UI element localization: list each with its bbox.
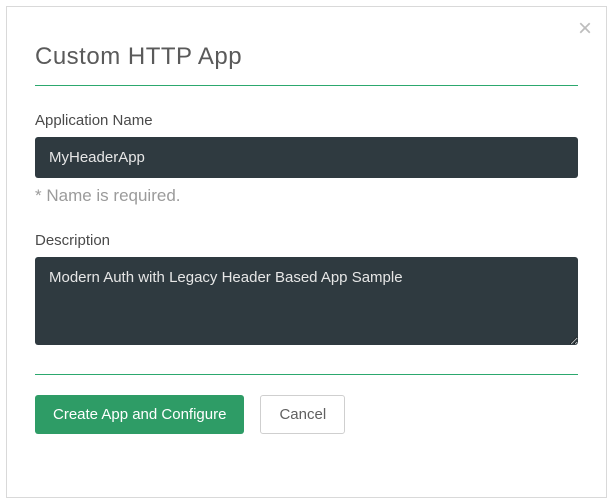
cancel-button[interactable]: Cancel (260, 395, 345, 434)
dialog-title: Custom HTTP App (35, 43, 578, 71)
title-divider (35, 85, 578, 86)
application-name-hint: * Name is required. (35, 186, 578, 206)
create-app-button[interactable]: Create App and Configure (35, 395, 244, 434)
description-label: Description (35, 232, 578, 249)
dialog-footer: Create App and Configure Cancel (35, 395, 578, 434)
application-name-label: Application Name (35, 112, 578, 129)
description-input[interactable] (35, 257, 578, 345)
description-group: Description (35, 232, 578, 350)
close-icon[interactable]: × (578, 17, 592, 41)
application-name-group: Application Name * Name is required. (35, 112, 578, 206)
custom-http-app-dialog: × Custom HTTP App Application Name * Nam… (6, 6, 607, 498)
footer-divider (35, 374, 578, 375)
application-name-input[interactable] (35, 137, 578, 178)
